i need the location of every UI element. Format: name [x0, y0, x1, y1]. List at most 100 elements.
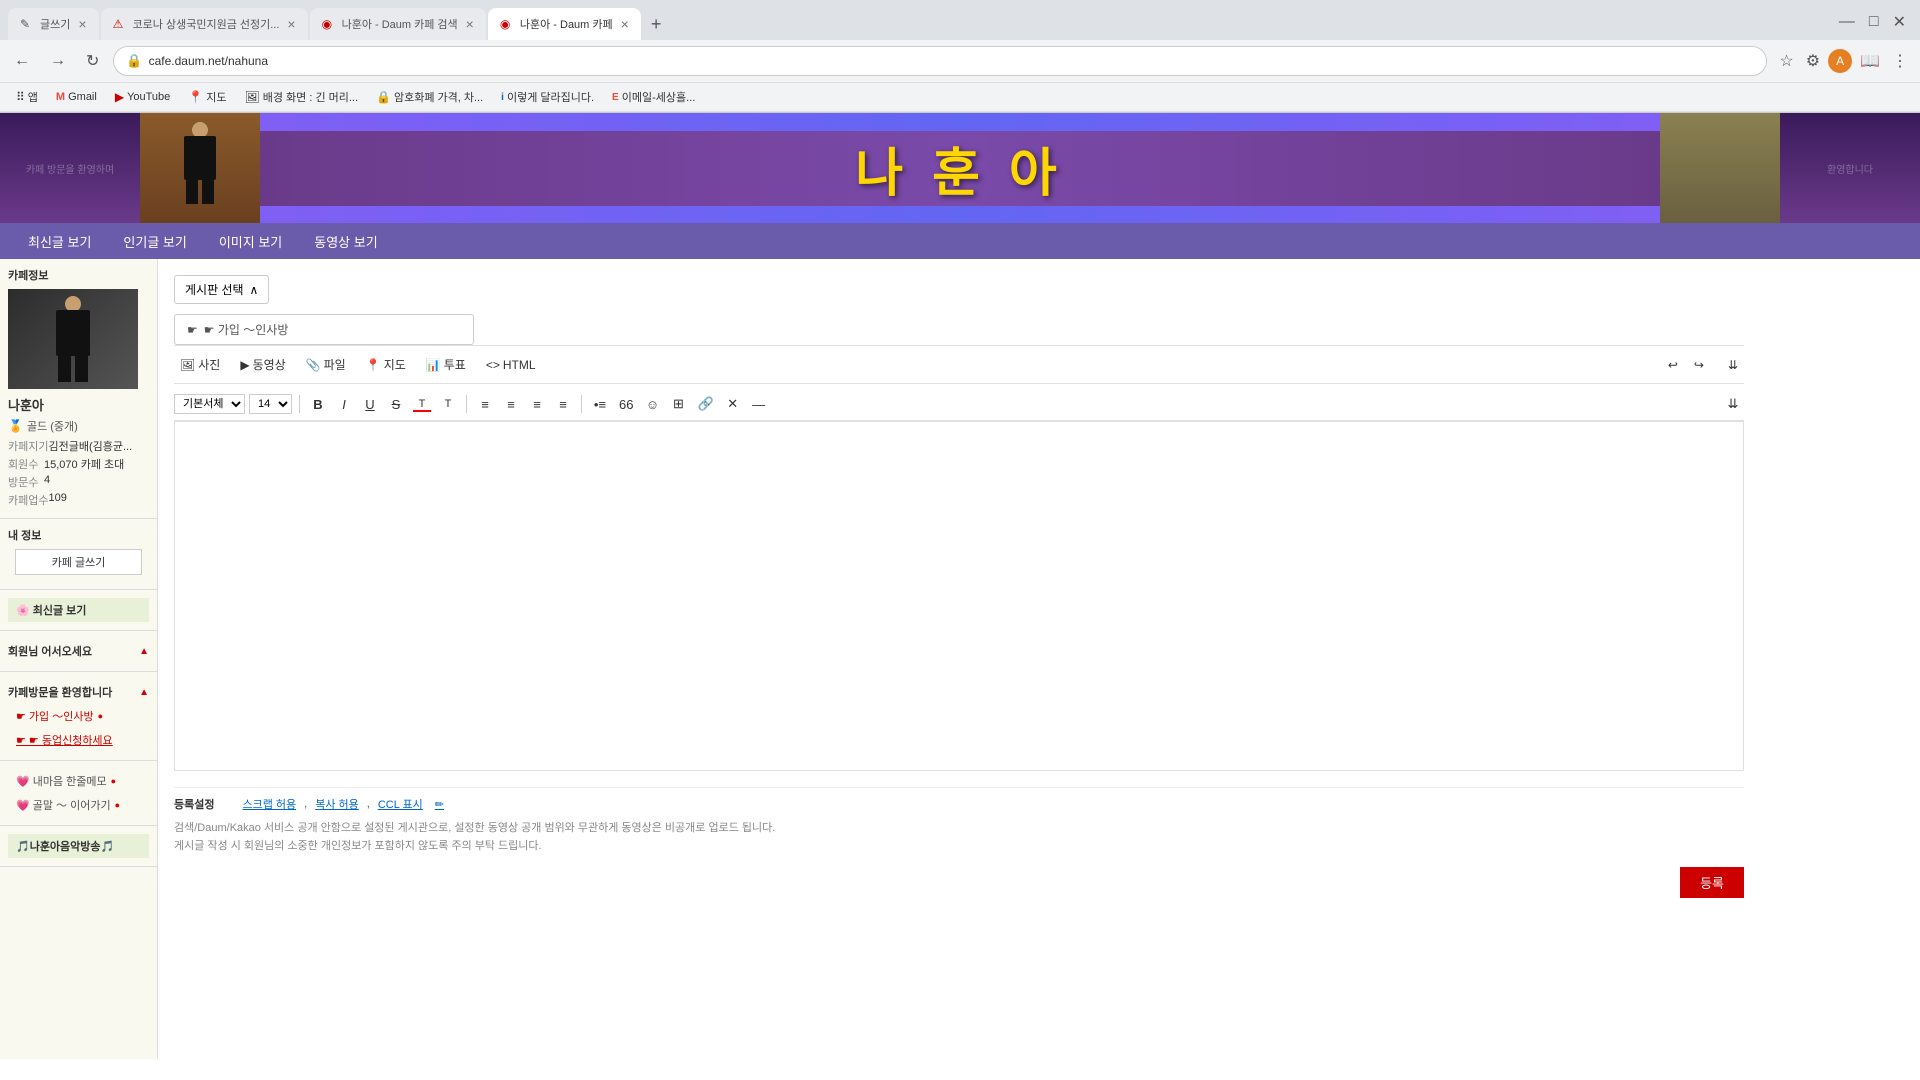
- info-row-visits: 방문수 4: [8, 474, 149, 490]
- bookmark-wallpaper[interactable]: 🖼 배경 화면 : 긴 머리...: [237, 86, 367, 108]
- forward-button[interactable]: →: [44, 48, 72, 74]
- align-left-button[interactable]: ≡: [474, 395, 496, 414]
- tab4-favicon: ◉: [500, 17, 514, 31]
- extensions-button[interactable]: ⚙: [1802, 47, 1824, 75]
- link-button[interactable]: 🔗: [693, 394, 717, 414]
- emoji-button[interactable]: ☺: [641, 395, 663, 414]
- cafe-welcome-header[interactable]: 카페방문을 환영합니다 ▲: [8, 680, 149, 704]
- bookmark-crypto[interactable]: 🔒 암호화폐 가격, 차...: [368, 86, 491, 108]
- redo-button[interactable]: ↪: [1688, 356, 1710, 374]
- bookmark-youtube[interactable]: ▶ YouTube: [107, 87, 178, 107]
- toolbar-extra-button[interactable]: ⇊: [1722, 356, 1744, 374]
- members-label: 회원수: [8, 456, 44, 472]
- new-tab-button[interactable]: +: [643, 8, 670, 40]
- list-button[interactable]: •≡: [589, 395, 611, 414]
- bookmark-maps[interactable]: 📍 지도: [180, 86, 234, 108]
- settings-label: 등록설정: [174, 796, 214, 812]
- editor-content-area[interactable]: [174, 421, 1744, 771]
- maximize-button[interactable]: □: [1863, 8, 1885, 36]
- bookmark-news-label: 이렇게 달라집니다.: [507, 89, 594, 105]
- toolbar-vote-button[interactable]: 📊 투표: [420, 354, 472, 375]
- board-arrow-left: ☛: [187, 323, 198, 337]
- strikethrough-button[interactable]: S: [385, 395, 407, 414]
- toolbar-video-button[interactable]: ▶ 동영상: [234, 354, 291, 375]
- toolbar-photo-button[interactable]: 🖼 사진: [174, 354, 226, 375]
- cafe-name: 나훈아: [8, 395, 149, 414]
- posts-label: 카페업수: [8, 492, 48, 508]
- italic-button[interactable]: I: [333, 395, 355, 414]
- tab-1[interactable]: ✎ 글쓰기 ×: [8, 8, 99, 40]
- tab-4[interactable]: ◉ 나훈아 - Daum 카페 ×: [488, 8, 641, 40]
- sub-item-memo[interactable]: 💗 내마음 한줄메모 ●: [8, 769, 149, 793]
- font-size-select[interactable]: 14: [249, 394, 292, 414]
- quote-button[interactable]: 66: [615, 395, 637, 414]
- format-separator-1: [299, 395, 300, 413]
- more-button[interactable]: ⋮: [1888, 47, 1912, 75]
- tab2-close[interactable]: ×: [287, 16, 295, 32]
- nav-item-recent[interactable]: 최신글 보기: [12, 223, 107, 259]
- bookmark-email[interactable]: E 이메일-세상흘...: [604, 86, 703, 108]
- toolbar-map-button[interactable]: 📍 지도: [360, 354, 412, 375]
- copy-link[interactable]: 복사 허용: [315, 796, 359, 812]
- footer-sep1: ,: [304, 798, 307, 810]
- footer-buttons: 등록: [174, 867, 1744, 898]
- bookmark-gmail[interactable]: M Gmail: [48, 88, 105, 106]
- recent-posts-title[interactable]: 🌸 최신글 보기: [8, 598, 149, 622]
- tab4-close[interactable]: ×: [621, 16, 629, 32]
- bookmark-star-button[interactable]: ☆: [1775, 47, 1797, 75]
- address-bar[interactable]: 🔒 cafe.daum.net/nahuna: [113, 46, 1767, 76]
- scrap-link[interactable]: 스크랩 허용: [242, 796, 296, 812]
- menu-item-join[interactable]: ☛ 가입 ～인사방 ●: [8, 704, 149, 728]
- toolbar-html-button[interactable]: <> HTML: [480, 356, 542, 374]
- sub-item-continue[interactable]: 💗 골말 ～ 이어가기 ●: [8, 793, 149, 817]
- edit-icon[interactable]: ✏: [435, 798, 444, 811]
- align-right-button[interactable]: ≡: [526, 395, 548, 414]
- horizontal-rule-button[interactable]: —: [748, 395, 770, 414]
- cafe-banner: 카페 방문을 환영하며 나 훈 아 환영합니다: [0, 113, 1920, 223]
- bold-button[interactable]: B: [307, 395, 329, 414]
- clear-format-button[interactable]: ✕: [722, 394, 744, 414]
- bookmark-news[interactable]: i 이렇게 달라집니다.: [493, 86, 602, 108]
- tab-3[interactable]: ◉ 나훈아 - Daum 카페 검색 ×: [310, 8, 486, 40]
- font-family-select[interactable]: 기본서체: [174, 394, 245, 414]
- align-center-button[interactable]: ≡: [500, 395, 522, 414]
- profile-button[interactable]: A: [1828, 49, 1852, 73]
- browser-chrome: ✎ 글쓰기 × ⚠ 코로나 상생국민지원금 선정기... × ◉ 나훈아 - D…: [0, 0, 1920, 113]
- board-select-button[interactable]: 게시판 선택 ∧: [174, 275, 269, 304]
- members-section-header[interactable]: 회원님 어서오세요 ▲: [8, 639, 149, 663]
- nav-item-images[interactable]: 이미지 보기: [203, 223, 298, 259]
- format-separator-3: [581, 395, 582, 413]
- text-color-button[interactable]: T: [411, 396, 433, 412]
- menu-item-partner[interactable]: ☛ ☛ 동업신청하세요: [8, 728, 149, 752]
- tab3-close[interactable]: ×: [466, 16, 474, 32]
- map-icon: 📍: [366, 358, 381, 372]
- tab1-title: 글쓰기: [40, 16, 70, 32]
- nav-item-videos[interactable]: 동영상 보기: [298, 223, 393, 259]
- close-window-button[interactable]: ✕: [1887, 8, 1912, 36]
- bookmark-apps[interactable]: ⠿ 앱: [8, 86, 46, 108]
- video-label: 동영상: [253, 356, 286, 373]
- gmail-icon: M: [56, 91, 65, 103]
- reading-list-button[interactable]: 📖: [1856, 47, 1884, 75]
- refresh-button[interactable]: ↻: [80, 47, 105, 75]
- tab1-close[interactable]: ×: [78, 16, 86, 32]
- submit-button[interactable]: 등록: [1680, 867, 1744, 898]
- align-justify-button[interactable]: ≡: [552, 395, 574, 414]
- music-section-title[interactable]: 🎵나훈아음악방송🎵: [8, 834, 149, 858]
- nav-item-popular[interactable]: 인기글 보기: [107, 223, 202, 259]
- table-button[interactable]: ⊞: [667, 394, 689, 414]
- more-format-button[interactable]: ⇊: [1722, 394, 1744, 414]
- back-button[interactable]: ←: [8, 48, 36, 74]
- text-bg-button[interactable]: T: [437, 396, 459, 412]
- memo-dot: ●: [111, 776, 116, 786]
- cafe-write-button[interactable]: 카페 글쓰기: [15, 549, 142, 575]
- toolbar-file-button[interactable]: 📎 파일: [300, 354, 352, 375]
- undo-button[interactable]: ↩: [1662, 356, 1684, 374]
- undo-redo-group: ↩ ↪: [1662, 356, 1710, 374]
- ccl-link[interactable]: CCL 표시: [378, 796, 423, 812]
- youtube-icon: ▶: [115, 90, 124, 104]
- minimize-button[interactable]: —: [1833, 8, 1861, 36]
- underline-button[interactable]: U: [359, 395, 381, 414]
- bookmark-maps-label: 지도: [206, 89, 226, 105]
- tab-2[interactable]: ⚠ 코로나 상생국민지원금 선정기... ×: [101, 8, 308, 40]
